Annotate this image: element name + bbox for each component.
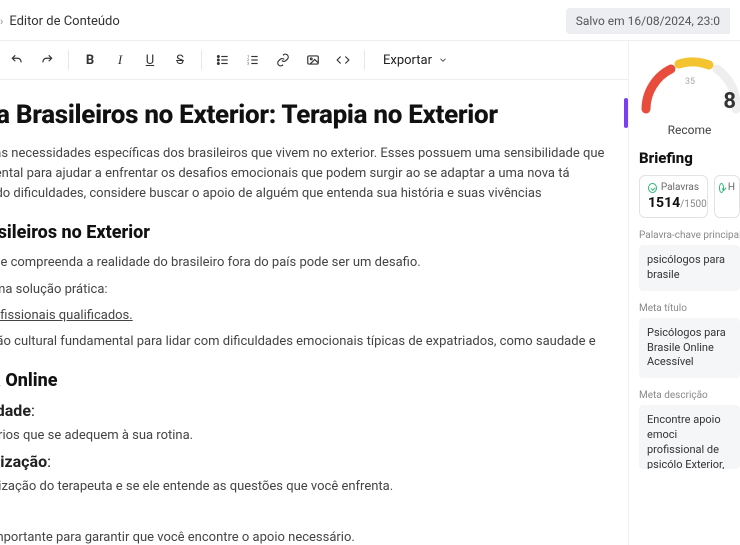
toolbar-separator — [201, 50, 202, 70]
italic-button[interactable]: I — [107, 47, 133, 73]
meta-desc-label: Meta descrição — [639, 390, 740, 401]
check-icon — [719, 183, 724, 193]
underline-button[interactable]: U — [137, 47, 163, 73]
doc-paragraph[interactable]: a especialização do terapeuta e se ele e… — [0, 477, 614, 497]
numbered-list-button[interactable]: 123 — [240, 47, 266, 73]
breadcrumb[interactable]: › Editor de Conteúdo — [0, 14, 120, 29]
code-button[interactable] — [330, 47, 356, 73]
toolbar-separator — [364, 50, 365, 70]
doc-bullet[interactable]: ntal: — [0, 503, 614, 522]
meta-title-label: Meta título — [639, 303, 740, 314]
meta-title-field[interactable]: Psicólogos para Brasile Online Acessível — [639, 318, 740, 379]
doc-paragraph[interactable]: oferece uma solução prática: — [0, 280, 614, 300]
toolbar-separator — [68, 50, 69, 70]
chevron-right-icon: › — [0, 15, 3, 28]
bold-button[interactable]: B — [77, 47, 103, 73]
doc-paragraph[interactable]: o passo importante para garantir que voc… — [0, 528, 614, 545]
headings-chip: H — [714, 175, 740, 218]
chevron-down-icon — [438, 55, 448, 65]
doc-paragraph[interactable]: reendam as necessidades específicas dos … — [0, 144, 614, 204]
keyword-label: Palavra-chave principal — [639, 230, 740, 241]
gauge-label: Recome — [639, 123, 740, 137]
doc-paragraph[interactable]: icólogo que compreenda a realidade do br… — [0, 253, 614, 273]
doc-bullet[interactable]: Flexibilidade: — [0, 401, 614, 420]
bullet-list-button[interactable] — [210, 47, 236, 73]
meta-desc-field[interactable]: Encontre apoio emoci profissional de psi… — [639, 405, 740, 469]
top-bar: › Editor de Conteúdo Salvo em 16/08/2024… — [0, 0, 740, 41]
export-label: Exportar — [383, 53, 432, 68]
redo-button[interactable] — [34, 47, 60, 73]
doc-heading-1[interactable]: s para Brasileiros no Exterior: Terapia … — [0, 100, 614, 130]
editor-toolbar: B I U S 123 Exportar — [0, 41, 628, 80]
sidebar: 35 8 Recome Briefing Palavras 1514/1500 … — [628, 41, 740, 545]
doc-heading-2[interactable]: ara Brasileiros no Exterior — [0, 222, 614, 243]
doc-link[interactable]: a profissionais qualificados. — [0, 308, 133, 323]
word-count-chip: Palavras 1514/1500 — [639, 175, 708, 218]
doc-paragraph[interactable]: esso a profissionais qualificados. — [0, 306, 614, 326]
doc-heading-2[interactable]: Terapia Online — [0, 370, 614, 391]
doc-paragraph[interactable]: ma conexão cultural fundamental para lid… — [0, 332, 614, 352]
export-button[interactable]: Exportar — [373, 49, 458, 72]
document-editor[interactable]: s para Brasileiros no Exterior: Terapia … — [0, 80, 628, 545]
svg-text:3: 3 — [247, 62, 249, 66]
strikethrough-button[interactable]: S — [167, 47, 193, 73]
keyword-field[interactable]: psicólogos para brasile — [639, 245, 740, 291]
doc-paragraph[interactable]: olher horários que se adequem à sua roti… — [0, 426, 614, 446]
briefing-heading: Briefing — [639, 149, 740, 167]
check-icon — [648, 183, 657, 193]
cursor-accent — [624, 98, 628, 128]
score-gauge: 35 8 — [639, 49, 740, 119]
gauge-value: 8 — [723, 89, 736, 114]
link-button[interactable] — [270, 47, 296, 73]
breadcrumb-title: Editor de Conteúdo — [9, 14, 120, 29]
gauge-tick: 35 — [685, 77, 695, 87]
undo-button[interactable] — [4, 47, 30, 73]
doc-bullet[interactable]: Especialização: — [0, 452, 614, 471]
save-status: Salvo em 16/08/2024, 23:0 — [566, 8, 730, 34]
image-button[interactable] — [300, 47, 326, 73]
